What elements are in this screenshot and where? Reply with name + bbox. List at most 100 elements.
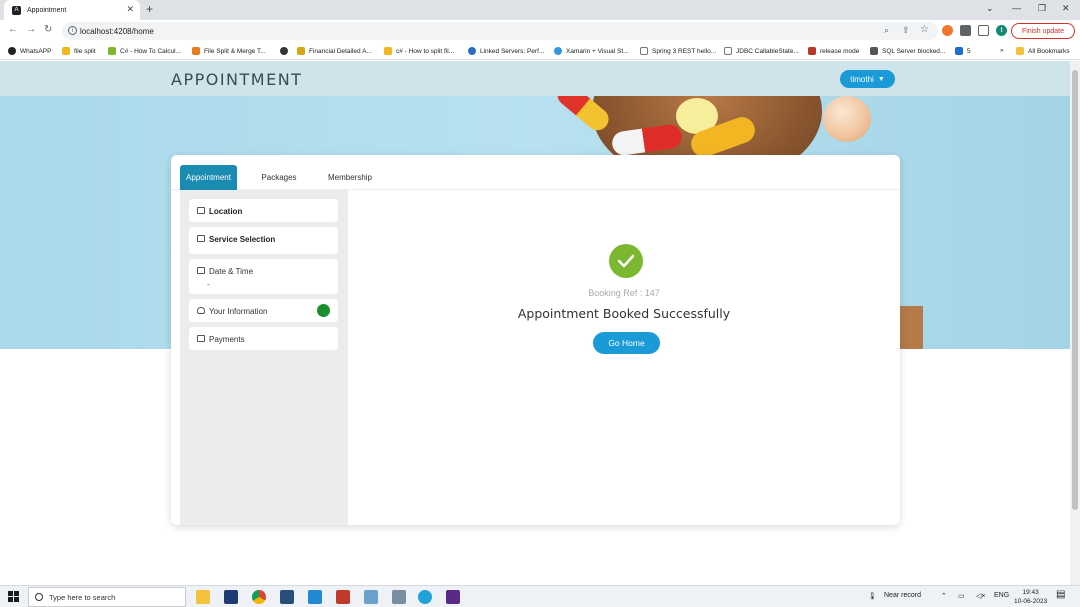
edge-icon[interactable]	[418, 590, 432, 604]
tab-search-icon[interactable]: ⌄	[986, 3, 994, 14]
vscode-icon[interactable]	[308, 590, 322, 604]
step-your-information[interactable]: Your Information	[189, 299, 338, 322]
booking-card: Appointment Packages Membership Location…	[171, 155, 900, 525]
step-service-selection[interactable]: Service Selection	[189, 227, 338, 254]
success-message: Appointment Booked Successfully	[517, 306, 731, 321]
calendar-icon	[197, 335, 205, 342]
site-info-icon[interactable]: i	[68, 26, 77, 35]
tab-appointment[interactable]: Appointment	[180, 165, 237, 190]
bookmark-item[interactable]: WhatsAPP	[8, 47, 51, 55]
forward-icon[interactable]: →	[26, 24, 36, 35]
browser-tab-bar: A Appointment ✕ + ⌄ — ❐ ✕	[0, 0, 1080, 20]
zoom-icon[interactable]: ⌕	[884, 25, 889, 36]
more-bookmarks-icon[interactable]: »	[1000, 47, 1004, 54]
bookmark-item[interactable]: SQL Server blocked...	[870, 47, 945, 55]
tab-packages[interactable]: Packages	[251, 165, 307, 190]
filezilla-icon[interactable]	[336, 590, 350, 604]
new-tab-icon[interactable]: +	[146, 2, 153, 16]
step-date-time[interactable]: Date & Time -	[189, 259, 338, 294]
reload-icon[interactable]: ↻	[44, 24, 52, 35]
go-home-button[interactable]: Go Home	[593, 332, 660, 354]
address-bar[interactable]: i localhost:4208/home ⌕ ⇪ ☆	[62, 22, 938, 40]
language-indicator[interactable]: ENG	[994, 592, 1009, 599]
bookmark-item[interactable]: JDBC CallableState...	[724, 47, 799, 55]
tab-bar: Appointment Packages Membership	[171, 155, 900, 190]
ssms-icon[interactable]	[280, 590, 294, 604]
app-header: APPOINTMENT timothi ▼	[0, 61, 1070, 96]
tab-membership[interactable]: Membership	[321, 165, 379, 190]
user-name: timothi	[850, 74, 874, 84]
checkmark-icon	[609, 244, 643, 278]
volume-icon[interactable]: ◁×	[976, 592, 985, 600]
bookmark-item[interactable]: C# - How To Calcul...	[108, 47, 181, 55]
bookmark-item[interactable]: File Split & Merge T...	[192, 47, 266, 55]
web-page: APPOINTMENT timothi ▼ Appointment Packag…	[0, 61, 1070, 585]
chrome-icon[interactable]	[252, 590, 266, 604]
side-panel-icon[interactable]	[978, 25, 989, 36]
back-icon[interactable]: ←	[8, 24, 18, 35]
app-icon[interactable]	[446, 590, 460, 604]
calculator-icon[interactable]	[392, 590, 406, 604]
scrollbar-thumb[interactable]	[1072, 70, 1078, 510]
bookmark-star-icon[interactable]: ☆	[920, 24, 929, 35]
step-label: Your Information	[209, 307, 268, 316]
notifications-icon[interactable]: ▤	[1056, 589, 1065, 600]
network-icon[interactable]: ▭	[958, 592, 965, 600]
bookmark-item[interactable]: 5	[955, 47, 971, 55]
calendar-icon	[197, 235, 205, 242]
bowl-edge-graphic	[898, 306, 923, 349]
bookmark-item[interactable]: Spring 3 REST hello...	[640, 47, 716, 55]
user-menu-button[interactable]: timothi ▼	[840, 70, 895, 88]
search-icon	[35, 593, 43, 601]
powershell-icon[interactable]	[224, 590, 238, 604]
browser-toolbar: ← → ↻ i localhost:4208/home ⌕ ⇪ ☆ t Fini…	[0, 20, 1080, 42]
bookmarks-bar: WhatsAPP file split C# - How To Calcul..…	[0, 42, 1080, 60]
bookmark-item[interactable]: Linked Servers: Perf...	[468, 47, 544, 55]
booking-reference: Booking Ref : 147	[588, 288, 660, 298]
close-tab-icon[interactable]: ✕	[126, 4, 134, 15]
extension-icon[interactable]	[942, 25, 953, 36]
bookmark-item[interactable]: Financial Detailed A...	[297, 47, 372, 55]
search-placeholder: Type here to search	[49, 592, 116, 602]
close-window-icon[interactable]: ✕	[1062, 3, 1070, 14]
browser-tab[interactable]: A Appointment ✕	[4, 0, 140, 20]
clock[interactable]: 19:43 10-06-2023	[1014, 588, 1047, 606]
taskbar-search-input[interactable]: Type here to search	[28, 587, 186, 607]
share-icon[interactable]: ⇪	[902, 25, 910, 36]
weather-icon[interactable]: 🌡	[868, 592, 877, 600]
browser-tab-title: Appointment	[27, 6, 67, 14]
extensions-puzzle-icon[interactable]	[960, 25, 971, 36]
tray-chevron-icon[interactable]: ⌃	[941, 592, 947, 600]
all-bookmarks[interactable]: All Bookmarks	[1016, 47, 1070, 55]
windows-start-icon[interactable]	[8, 591, 19, 602]
file-explorer-icon[interactable]	[196, 590, 210, 604]
minimize-icon[interactable]: —	[1012, 3, 1021, 13]
step-label: Service Selection	[209, 235, 276, 244]
confirmation-panel: Booking Ref : 147 Appointment Booked Suc…	[348, 190, 900, 525]
status-dot	[317, 304, 330, 317]
angular-icon: A	[12, 5, 21, 15]
profile-avatar[interactable]: t	[996, 25, 1007, 36]
brand-logo-text: APPOINTMENT	[171, 70, 303, 89]
bookmark-item[interactable]: c# - How to split fil...	[384, 47, 454, 55]
user-icon	[197, 307, 205, 314]
step-location[interactable]: Location	[189, 199, 338, 222]
weather-text[interactable]: Near record	[884, 592, 921, 599]
step-label: Date & Time	[209, 267, 254, 276]
caret-down-icon: ▼	[877, 75, 885, 83]
restore-icon[interactable]: ❐	[1038, 3, 1046, 14]
step-label: Payments	[209, 335, 245, 344]
app-icon[interactable]	[364, 590, 378, 604]
bookmark-item[interactable]	[280, 47, 292, 55]
finish-update-button[interactable]: Finish update	[1011, 23, 1075, 39]
windows-taskbar: Type here to search 🌡 Near record ⌃ ▭ ◁×…	[0, 585, 1080, 607]
calendar-icon	[197, 267, 205, 274]
steps-sidebar: Location Service Selection Date & Time -…	[180, 190, 348, 525]
step-selected-value: -	[207, 280, 210, 289]
bookmark-item[interactable]: file split	[62, 47, 96, 55]
calendar-icon	[197, 207, 205, 214]
bookmark-item[interactable]: Xamarin + Visual St...	[554, 47, 629, 55]
bookmark-item[interactable]: release mode	[808, 47, 859, 55]
step-payments[interactable]: Payments	[189, 327, 338, 350]
pill-graphic	[823, 96, 871, 142]
